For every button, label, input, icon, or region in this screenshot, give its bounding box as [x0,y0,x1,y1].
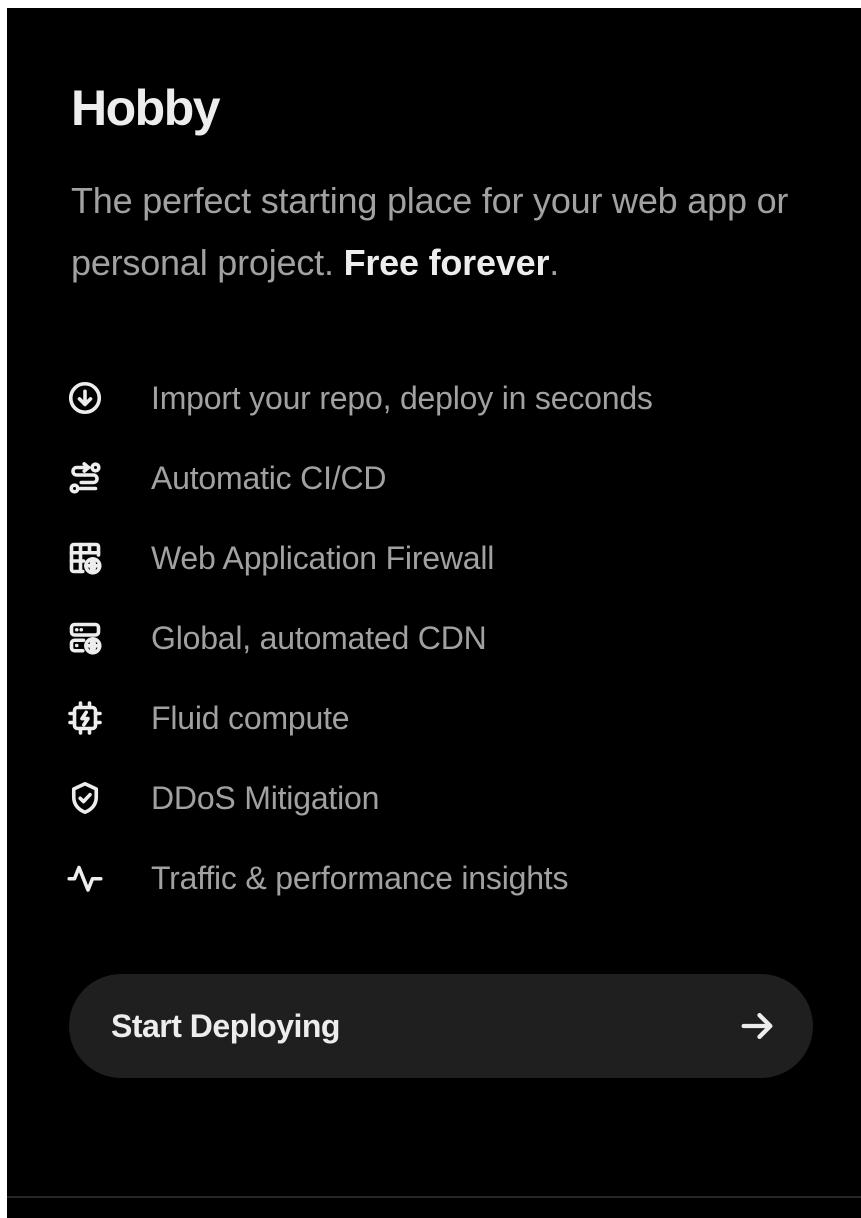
feature-list: Import your repo, deploy in seconds Auto… [67,358,847,918]
plan-description-emphasis: Free forever [343,242,550,283]
pricing-card-hobby: Hobby The perfect starting place for you… [7,8,861,1196]
shield-check-icon [67,780,103,816]
plan-description: The perfect starting place for your web … [71,170,831,294]
feature-item-cicd: Automatic CI/CD [67,438,847,518]
cpu-chip-icon [67,700,103,736]
plan-description-tail: . [549,242,560,283]
arrow-right-icon [737,1006,777,1046]
server-globe-icon [67,620,103,656]
feature-item-cdn: Global, automated CDN [67,598,847,678]
feature-item-firewall: Web Application Firewall [67,518,847,598]
feature-label: Import your repo, deploy in seconds [151,379,653,416]
feature-item-insights: Traffic & performance insights [67,838,847,918]
feature-label: Global, automated CDN [151,619,487,656]
feature-item-compute: Fluid compute [67,678,847,758]
firewall-globe-icon [67,540,103,576]
activity-pulse-icon [67,860,103,896]
feature-label: Traffic & performance insights [151,859,569,896]
git-pipeline-icon [67,460,103,496]
feature-label: Fluid compute [151,699,350,736]
plan-title: Hobby [71,80,221,136]
feature-label: DDoS Mitigation [151,779,380,816]
feature-item-import: Import your repo, deploy in seconds [67,358,847,438]
start-deploying-button[interactable]: Start Deploying [69,974,813,1078]
arrow-down-circle-icon [67,380,103,416]
start-deploying-label: Start Deploying [111,1007,340,1044]
feature-item-ddos: DDoS Mitigation [67,758,847,838]
feature-label: Automatic CI/CD [151,459,387,496]
feature-label: Web Application Firewall [151,539,495,576]
page: Hobby The perfect starting place for you… [0,0,861,1218]
next-section-edge [7,1198,861,1218]
